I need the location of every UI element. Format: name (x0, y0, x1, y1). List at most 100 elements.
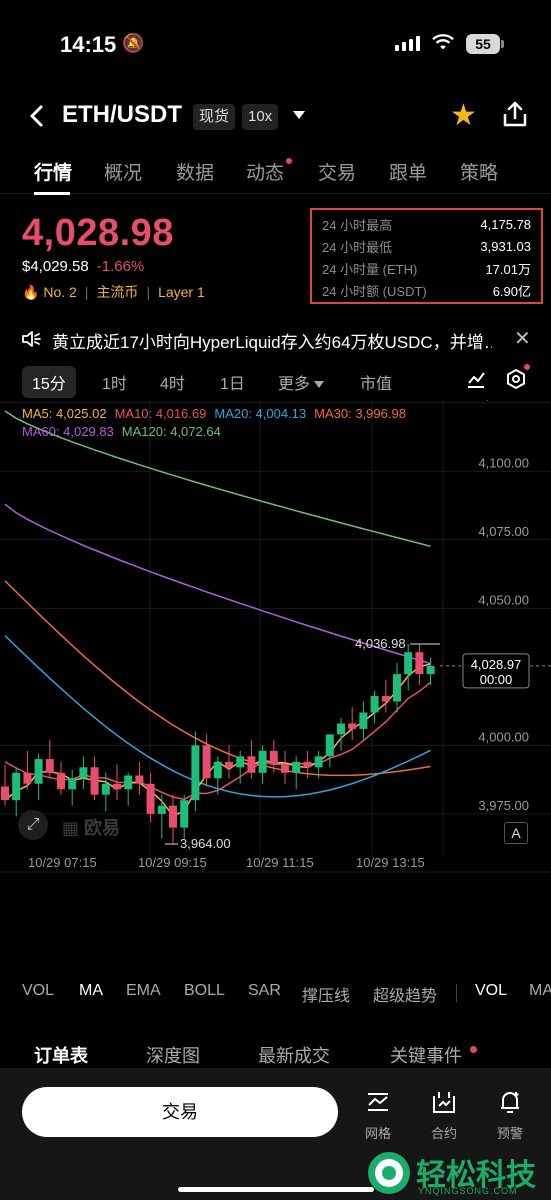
candle-body (415, 652, 424, 675)
ma20-value: MA20: 4,004.13 (214, 406, 307, 421)
category-tag[interactable]: 主流币 (96, 284, 138, 300)
tab-market[interactable]: 行情 (34, 158, 72, 185)
candle-body (337, 723, 345, 735)
candle-body (146, 783, 155, 814)
sub-indicator-vol[interactable]: VOL (475, 982, 507, 1000)
candle-body (202, 745, 211, 779)
x-tick-label: 10/29 13:15 (356, 855, 425, 870)
candle-body (292, 761, 301, 773)
tab-order-book[interactable]: 订单表 (34, 1042, 88, 1068)
indicator-settings-icon[interactable] (505, 368, 527, 390)
candle-body (113, 783, 121, 790)
trading-pair-title[interactable]: ETH/USDT (62, 101, 182, 129)
tab-strategy[interactable]: 策略 (460, 158, 498, 185)
expand-chart-icon[interactable]: ⤢ (18, 810, 48, 840)
price-change: -1.66% (96, 258, 145, 275)
battery-indicator: 55 (466, 34, 500, 54)
share-icon[interactable] (500, 99, 530, 129)
close-icon[interactable]: ✕ (514, 326, 531, 351)
layer-tag[interactable]: Layer 1 (158, 284, 205, 300)
contract-button[interactable]: 合约 (424, 1088, 464, 1142)
candle-body (381, 696, 390, 702)
sub-indicator-ma[interactable]: MA (529, 982, 551, 1000)
stat-row: 24 小时量 (ETH) 17.01万 (322, 261, 531, 277)
ma10-value: MA10: 4,016.69 (114, 406, 207, 421)
interval-4h[interactable]: 4时 (160, 370, 185, 394)
news-ticker[interactable]: 黄立成近17小时向HyperLiquid存入约64万枚USDC，并增… ✕ (0, 326, 551, 356)
candle-body (79, 767, 88, 779)
ma30-value: MA30: 3,996.98 (314, 406, 406, 421)
indicator-boll[interactable]: BOLL (184, 982, 225, 1000)
usd-price: $4,029.58 (22, 258, 89, 275)
x-tick-label: 10/29 11:15 (246, 855, 314, 870)
price-subline: $4,029.58 -1.66% (22, 258, 144, 275)
interval-15m[interactable]: 15分 (22, 366, 76, 398)
ma120-value: MA120: 4,072.64 (121, 424, 221, 439)
battery-tip (501, 40, 504, 48)
candle-body (1, 786, 9, 801)
x-tick-label: 10/29 07:15 (28, 855, 97, 870)
auto-scale-button[interactable]: A (504, 822, 528, 844)
candle-body (325, 734, 334, 757)
trade-button[interactable]: 交易 (22, 1087, 338, 1137)
speaker-icon (22, 331, 41, 347)
rank-tag[interactable]: No. 2 (43, 284, 76, 300)
tab-news-feed[interactable]: 动态 (246, 158, 284, 185)
indicator-ma[interactable]: MA (79, 982, 103, 1000)
low-annotation: 3,964.00 (180, 836, 231, 851)
indicator-ema[interactable]: EMA (126, 982, 161, 1000)
y-tick-label: 4,100.00 (478, 455, 529, 470)
candle-body (236, 756, 245, 768)
candle-body (393, 674, 401, 702)
price-alert-button[interactable]: 预警 (490, 1088, 530, 1142)
candle-body (135, 775, 144, 784)
interval-1d[interactable]: 1日 (220, 370, 245, 394)
tab-key-events[interactable]: 关键事件 (390, 1042, 462, 1068)
candle-body (247, 756, 256, 773)
contract-icon (433, 1092, 455, 1113)
status-bar: 14:15 🔕 55 (0, 0, 551, 90)
y-tick-label: 4,125.00 (478, 400, 529, 402)
tab-overview[interactable]: 概况 (104, 158, 142, 185)
indicator-tabs: VOL MA EMA BOLL SAR 撑压线 超级趋势 VOL MA (0, 982, 551, 1006)
ma5-value: MA5: 4,025.02 (22, 406, 107, 421)
clock: 14:15 (60, 32, 117, 57)
market-cap-toggle[interactable]: 市值 (360, 370, 392, 394)
indicator-support-resistance[interactable]: 撑压线 (302, 982, 350, 1006)
interval-more[interactable]: 更多 (278, 370, 325, 394)
candle-body (426, 665, 435, 675)
candlestick-chart[interactable]: 4,125.00 4,100.00 4,075.00 4,050.00 4,000.00… (0, 387, 551, 972)
chart-area[interactable]: 4,125.00 4,100.00 4,075.00 4,050.00 4,000.00… (0, 387, 551, 972)
indicator-supertrend[interactable]: 超级趋势 (373, 982, 437, 1006)
main-tabs: 行情 概况 数据 动态 交易 跟单 策略 (0, 150, 551, 195)
interval-selector: 15分 1时 4时 1日 更多 市值 (0, 364, 551, 398)
interval-1h[interactable]: 1时 (102, 370, 127, 394)
candle-body (281, 764, 289, 773)
tab-copy-trading[interactable]: 跟单 (389, 158, 427, 185)
y-tick-label: 3,975.00 (478, 798, 529, 813)
back-arrow-icon[interactable] (22, 101, 52, 131)
notification-dot (286, 158, 292, 164)
high-annotation: 4,036.98 (355, 636, 406, 651)
tab-depth-chart[interactable]: 深度图 (146, 1042, 200, 1068)
y-tick-label: 4,050.00 (478, 592, 529, 607)
tab-data[interactable]: 数据 (176, 158, 214, 185)
drawing-tools-icon[interactable] (465, 368, 487, 390)
candle-body (314, 756, 323, 768)
indicator-vol[interactable]: VOL (22, 982, 54, 1000)
x-tick-label: 10/29 09:15 (138, 855, 207, 870)
candle-body (157, 805, 166, 814)
tab-trade[interactable]: 交易 (318, 158, 356, 185)
favorite-star-icon[interactable]: ★ (450, 99, 477, 133)
chevron-down-icon (314, 381, 325, 389)
candle-body (169, 805, 177, 828)
candle-body (225, 761, 233, 768)
divider (456, 984, 457, 1002)
bell-muted-icon: 🔕 (122, 33, 145, 53)
indicator-sar[interactable]: SAR (248, 982, 281, 1000)
grid-bot-button[interactable]: 网格 (358, 1088, 398, 1142)
tab-latest-trades[interactable]: 最新成交 (258, 1042, 330, 1068)
candle-body (213, 761, 222, 779)
pair-dropdown-icon[interactable] (293, 111, 305, 119)
news-headline[interactable]: 黄立成近17小时向HyperLiquid存入约64万枚USDC，并增… (52, 328, 492, 353)
